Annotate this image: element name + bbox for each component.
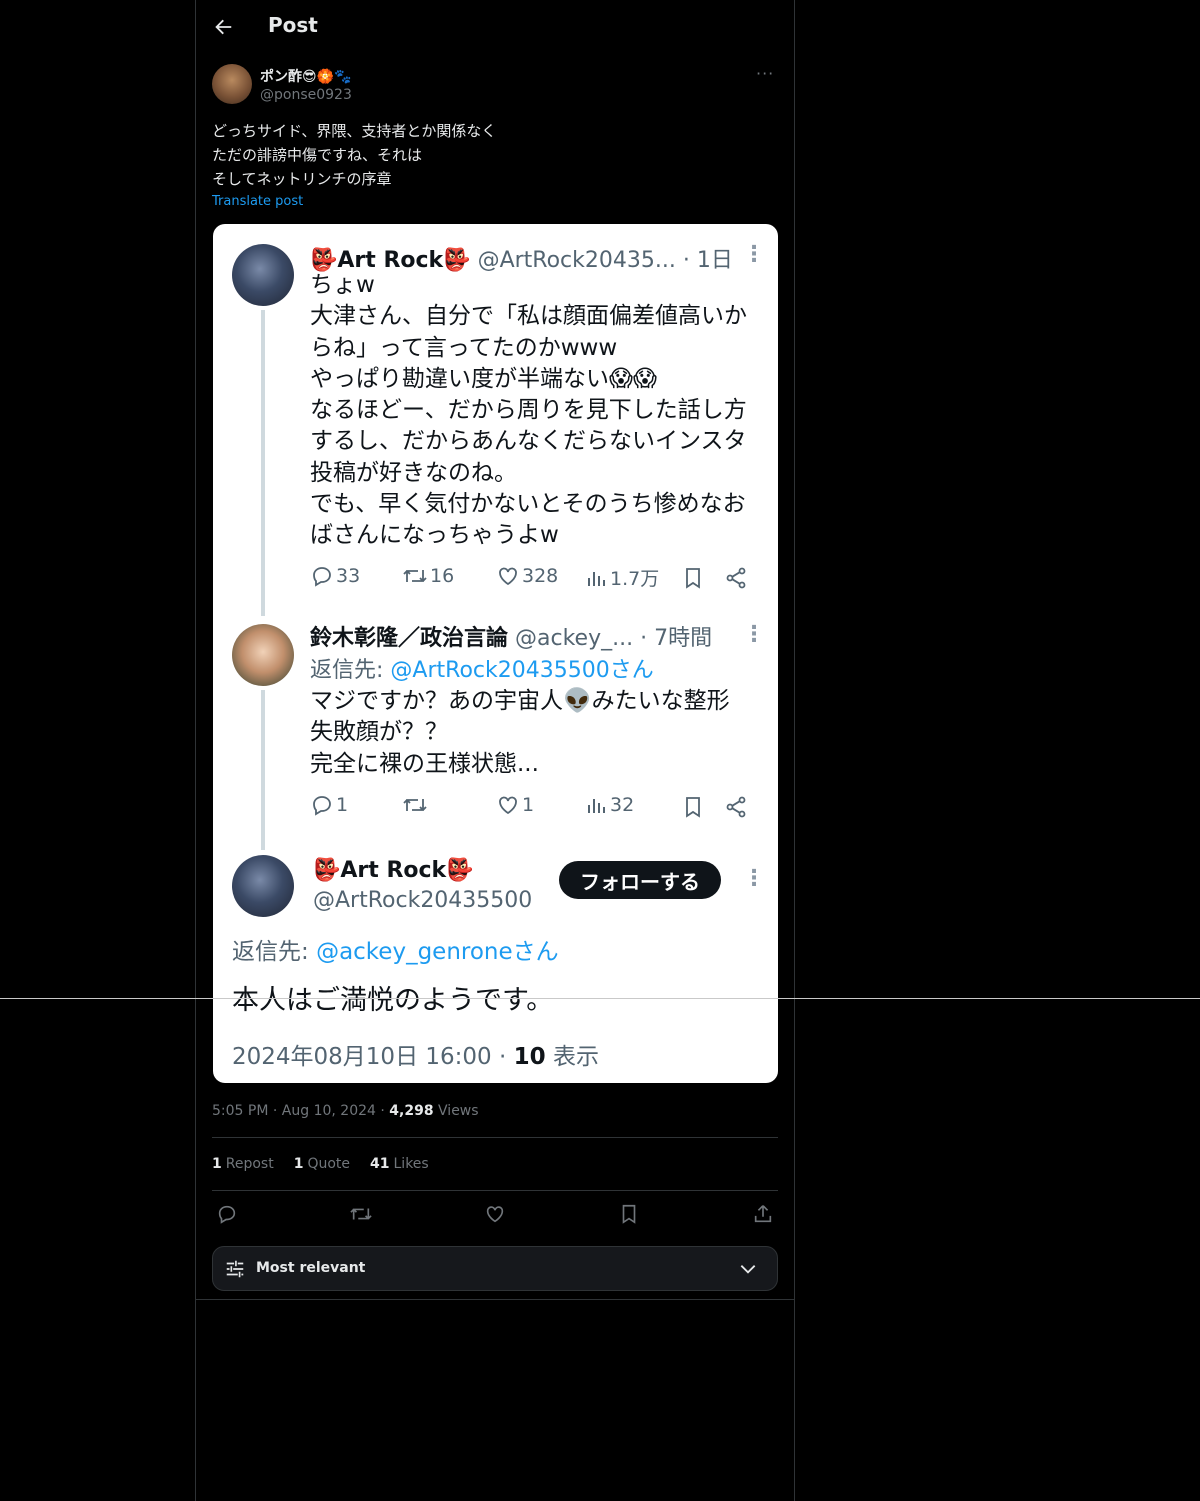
reply-count: 1 [336,794,349,816]
translate-post-link[interactable]: Translate post [212,194,303,209]
post-time[interactable]: 5:05 PM [212,1103,268,1119]
thread-line [261,310,265,616]
timeline-column: Post ポン酢😎🏵️🐾 @ponse0923 ··· どっちサイド、界隈、支持… [195,0,795,1501]
engagement-stats: 1 Repost 1 Quote 41 Likes [212,1156,429,1172]
vertical-dots-icon: ⋮ [743,242,765,267]
quotes-stat[interactable]: 1 Quote [294,1156,350,1172]
upload-icon[interactable] [752,1203,774,1225]
artrock-avatar [232,855,294,917]
likes-label: Likes [393,1156,429,1172]
tweet-3-reply-to: 返信先: @ackey_genroneさん [232,932,559,966]
tweet-2-reply-to: 返信先: @ArtRock20435500さん [310,652,654,684]
post-date[interactable]: Aug 10, 2024 [282,1103,376,1119]
reply-count: 33 [336,565,361,587]
post-meta: 5:05 PM · Aug 10, 2024 · 4,298 Views [212,1103,479,1119]
reposts-count: 1 [212,1156,222,1172]
tweet-3-datetime: 2024年08月10日 16:00 · [232,1044,507,1070]
tweet-3-views-label: 表示 [552,1044,599,1070]
tweet-3-views-count: 10 [513,1044,546,1070]
thread-line [261,690,265,850]
quotes-label: Quote [307,1156,351,1172]
like-stat: 328 [496,564,558,588]
repost-stat [402,793,430,817]
tweet-2-name: 鈴木彰隆／政治言論 [310,626,509,651]
likes-count: 41 [370,1156,390,1172]
reply-mention: @ArtRock20435500さん [390,658,654,683]
vertical-dots-icon: ⋮ [743,866,765,891]
bookmark-icon[interactable] [618,1203,640,1225]
suzuki-avatar [232,624,294,686]
repost-icon [403,799,427,811]
views-label: Views [438,1103,479,1119]
heart-icon [499,796,517,815]
divider [212,1190,778,1191]
vertical-dots-icon: ⋮ [743,622,765,647]
back-arrow-icon[interactable] [212,16,234,38]
repost-stat: 16 [402,564,454,588]
tweet-1-actions: 33 16 328 1.7万 [310,564,760,594]
sliders-icon [226,1260,244,1278]
repost-count: 16 [430,565,455,587]
reply-icon[interactable] [216,1203,238,1225]
sort-replies-dropdown[interactable]: Most relevant [212,1246,778,1291]
reply-icon [313,567,331,587]
heart-icon [499,567,517,586]
more-options-icon[interactable]: ··· [756,64,774,83]
like-count: 1 [522,794,535,816]
post-header: Post [196,0,794,54]
tweet-1-body: ちょw 大津さん、自分で「私は顔面偏差値高いか らね」って言ってたのかwww や… [310,272,747,549]
sort-label: Most relevant [256,1260,366,1276]
divider [212,1137,778,1138]
like-icon[interactable] [484,1203,506,1225]
share-icon [726,567,746,589]
views-icon [588,799,605,813]
page-title: Post [268,13,318,37]
tweet-2-handle: @ackey_... [515,626,634,651]
post-text: どっちサイド、界隈、支持者とか関係なく ただの誹謗中傷ですね、それは そしてネッ… [212,122,497,188]
views-stat: 1.7万 [586,564,659,591]
reply-mention: @ackey_genroneさん [316,939,559,965]
reposts-stat[interactable]: 1 Repost [212,1156,274,1172]
repost-icon [403,570,427,582]
views-count: 32 [610,794,635,816]
reply-icon [313,796,331,816]
overlay-line [0,998,1200,999]
reply-stat: 33 [310,564,360,588]
tweet-2-actions: 1 1 32 [310,793,760,823]
likes-stat[interactable]: 41 Likes [370,1156,429,1172]
tweet-3-handle: @ArtRock20435500 [313,888,533,913]
tweet-3-timestamp: 2024年08月10日 16:00 · 10 表示 [232,1037,599,1071]
bookmark-icon [686,797,700,818]
reply-prefix: 返信先: [232,939,309,965]
divider [196,1299,794,1300]
quotes-count: 1 [293,1156,304,1172]
share-icon [726,796,746,818]
chevron-down-icon [740,1265,756,1274]
reply-stat: 1 [310,793,348,817]
tweet-2-header: 鈴木彰隆／政治言論 @ackey_... · 7時間 [310,620,712,652]
reply-prefix: 返信先: [310,658,384,683]
tweet-2-body: マジですか？あの宇宙人👽みたいな整形 失敗顔が？？ 完全に裸の王様状態... [310,688,730,777]
reposts-label: Repost [225,1156,274,1172]
repost-icon[interactable] [349,1203,373,1225]
tweet-2-age: · 7時間 [640,626,713,651]
like-count: 328 [522,565,559,587]
follow-button: フォローする [559,861,721,899]
action-bar [212,1201,778,1227]
like-stat: 1 [496,793,534,817]
views-icon [588,571,605,586]
views-count: 4,298 [389,1103,434,1119]
views-stat: 32 [586,793,634,817]
author-name[interactable]: ポン酢😎🏵️🐾 [260,66,351,86]
tweet-3-name: 👺Art Rock👺 [313,858,474,883]
author-handle[interactable]: @ponse0923 [260,87,352,103]
attached-screenshot[interactable]: 👺Art Rock👺 @ArtRock20435... · 1日 ⋮ ちょw 大… [213,224,778,1083]
bookmark-icon [686,568,700,589]
author-avatar[interactable] [212,64,252,104]
artrock-avatar [232,244,294,306]
views-count: 1.7万 [610,568,660,590]
